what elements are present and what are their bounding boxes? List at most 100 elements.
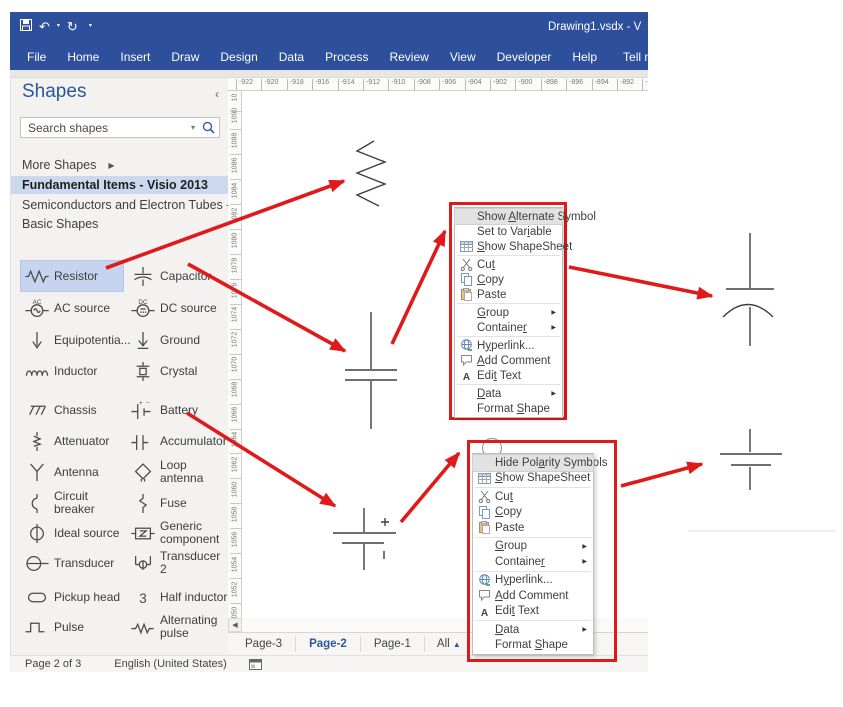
shape-item-label: Generic component <box>160 519 220 546</box>
shape-item-equipotentia[interactable]: Equipotentia... <box>21 325 131 355</box>
vruler-tick-label: 1066 <box>231 406 239 423</box>
ribbon-tab-developer[interactable]: Developer <box>497 50 552 64</box>
hruler-tick-label: -920 <box>261 79 278 90</box>
shape-item-transducer[interactable]: Transducer <box>21 548 123 578</box>
shape-item-generic-component[interactable]: Generic component <box>127 518 229 548</box>
menu-item-edit-text[interactable]: A Edit Text <box>455 368 562 383</box>
menu-item-show-shapesheet[interactable]: Show ShapeSheet <box>455 239 572 254</box>
language-indicator[interactable]: English (United States) <box>114 658 227 670</box>
submenu-arrow-icon: ▶ <box>551 325 556 331</box>
menu-item-cut[interactable]: Cut <box>473 489 593 505</box>
shape-item-transducer-2[interactable]: Transducer 2 <box>127 548 229 578</box>
hruler-tick-label: -916 <box>312 79 329 90</box>
menu-item-data[interactable]: Data ▶ <box>455 386 562 401</box>
menu-item-cut[interactable]: Cut <box>455 257 562 272</box>
menu-item-group[interactable]: Group ▶ <box>473 539 593 555</box>
shape-item-battery[interactable]: + − Battery <box>127 395 229 425</box>
ribbon-tab-insert[interactable]: Insert <box>120 50 150 64</box>
stencil-basic-shapes[interactable]: Basic Shapes <box>11 215 229 233</box>
capacitor-icon <box>134 266 152 286</box>
ribbon-tab-review[interactable]: Review <box>389 50 428 64</box>
vruler-tick-label: 1068 <box>231 381 239 398</box>
search-input[interactable]: Search shapes ▾ <box>20 117 220 138</box>
tell-me-box[interactable]: Tell me what you wan <box>618 50 648 64</box>
shape-item-attenuator[interactable]: Attenuator <box>21 426 123 456</box>
shape-item-inductor[interactable]: Inductor <box>21 356 123 386</box>
page-tab-page-3[interactable]: Page-3 <box>232 636 297 652</box>
menu-item-show-shapesheet[interactable]: Show ShapeSheet <box>473 471 593 487</box>
stencil-semiconductors-and-electron-tubes-visio[interactable]: Semiconductors and Electron Tubes - Visi… <box>11 196 229 214</box>
ribbon-tab-design[interactable]: Design <box>220 50 257 64</box>
menu-item-format-shape[interactable]: Format Shape <box>455 401 562 416</box>
all-pages-button[interactable]: All ▲ <box>425 638 473 650</box>
menu-item-group[interactable]: Group ▶ <box>455 305 562 320</box>
shape-item-pulse[interactable]: Pulse <box>21 612 123 642</box>
context-menu-capacitor: Show Alternate Symbol Set to Variable Show… <box>454 207 596 418</box>
pulse-icon <box>25 622 45 632</box>
shape-item-capacitor[interactable]: Capacitor <box>127 261 229 291</box>
menu-item-edit-text[interactable]: A Edit Text <box>473 604 593 620</box>
shape-item-resistor[interactable]: Resistor <box>20 260 124 292</box>
page-tab-page-2[interactable]: Page-2 <box>296 636 361 652</box>
shape-item-loop-antenna[interactable]: Loop antenna <box>127 457 229 487</box>
ribbon-tab-file[interactable]: File <box>27 50 46 64</box>
ribbon-tab-draw[interactable]: Draw <box>171 50 199 64</box>
attenuator-icon <box>32 431 42 451</box>
more-shapes-button[interactable]: More Shapes ▶ <box>22 158 115 172</box>
shape-item-dc-source[interactable]: DC DC source <box>127 293 229 323</box>
page-tab-page-1[interactable]: Page-1 <box>361 636 425 652</box>
ribbon-tab-home[interactable]: Home <box>67 50 99 64</box>
menu-item-paste[interactable]: Paste <box>473 520 593 536</box>
shape-item-chassis[interactable]: Chassis <box>21 395 123 425</box>
customize-qat-icon[interactable]: ▾ <box>89 23 92 29</box>
menu-item-show-alternate-symbol[interactable]: Show Alternate Symbol <box>454 208 596 225</box>
ribbon-tab-view[interactable]: View <box>450 50 476 64</box>
menu-item-add-comment[interactable]: Add Comment <box>455 353 562 368</box>
menu-item-hyperlink[interactable]: Hyperlink... <box>455 338 562 353</box>
search-dropdown-icon[interactable]: ▾ <box>191 123 195 132</box>
shape-item-ac-source[interactable]: AC AC source <box>21 293 123 323</box>
menu-item-container[interactable]: Container ▶ <box>473 554 593 570</box>
presentation-mode-icon[interactable] <box>248 658 262 670</box>
shape-item-crystal[interactable]: Crystal <box>127 356 229 386</box>
menu-item-set-to-variable[interactable]: Set to Variable <box>455 224 562 239</box>
shape-item-circuit-breaker[interactable]: Circuit breaker <box>21 488 123 518</box>
redo-icon[interactable]: ↻ <box>67 20 78 33</box>
svg-text:A: A <box>462 372 469 382</box>
menu-item-label: Paste <box>477 288 507 301</box>
stencil-fundamental-items-visio-2013[interactable]: Fundamental Items - Visio 2013 <box>11 176 229 194</box>
collapse-panel-icon[interactable]: ‹ <box>215 87 219 101</box>
undo-icon[interactable]: ↶ <box>39 20 50 33</box>
menu-item-add-comment[interactable]: Add Comment <box>473 588 593 604</box>
menu-item-container[interactable]: Container ▶ <box>455 320 562 335</box>
tell-me-label: Tell me what you wan <box>623 50 648 64</box>
menu-item-copy[interactable]: Copy <box>473 505 593 521</box>
shape-item-ground[interactable]: Ground <box>127 325 229 355</box>
shape-item-half-inductor[interactable]: 3 Half inductor <box>127 582 229 612</box>
menu-item-copy[interactable]: Copy <box>455 272 562 287</box>
menu-item-hyperlink[interactable]: Hyperlink... <box>473 573 593 589</box>
vruler-tick-label: 1088 <box>231 132 239 149</box>
menu-item-data[interactable]: Data ▶ <box>473 622 593 638</box>
menu-item-paste[interactable]: Paste <box>455 287 562 302</box>
save-icon[interactable] <box>20 19 32 33</box>
shape-item-label: Ideal source <box>54 525 120 540</box>
shape-item-antenna[interactable]: Antenna <box>21 457 123 487</box>
capacitor-alternate-symbol[interactable] <box>722 233 774 346</box>
menu-item-hide-polarity-symbols[interactable]: Hide Polarity Symbols <box>472 454 608 472</box>
shape-item-pickup-head[interactable]: Pickup head <box>21 582 123 612</box>
search-icon[interactable] <box>202 121 215 134</box>
ribbon-tab-help[interactable]: Help <box>572 50 597 64</box>
shape-item-ideal-source[interactable]: Ideal source <box>21 518 123 548</box>
ribbon-tab-process[interactable]: Process <box>325 50 368 64</box>
hruler-tick-label: -898 <box>540 79 558 90</box>
menu-item-format-shape[interactable]: Format Shape <box>473 638 593 654</box>
shape-item-fuse[interactable]: Fuse <box>127 488 229 518</box>
capacitor-plain-symbol[interactable] <box>720 429 782 490</box>
undo-dropdown-icon[interactable]: ▾ <box>57 23 60 29</box>
menu-item-label: Container <box>495 555 545 568</box>
scroll-left-button[interactable]: ◀ <box>228 618 242 632</box>
shape-item-accumulator[interactable]: Accumulator <box>127 426 229 456</box>
shape-item-alternating-pulse[interactable]: Alternating pulse <box>127 612 229 642</box>
ribbon-tab-data[interactable]: Data <box>279 50 304 64</box>
